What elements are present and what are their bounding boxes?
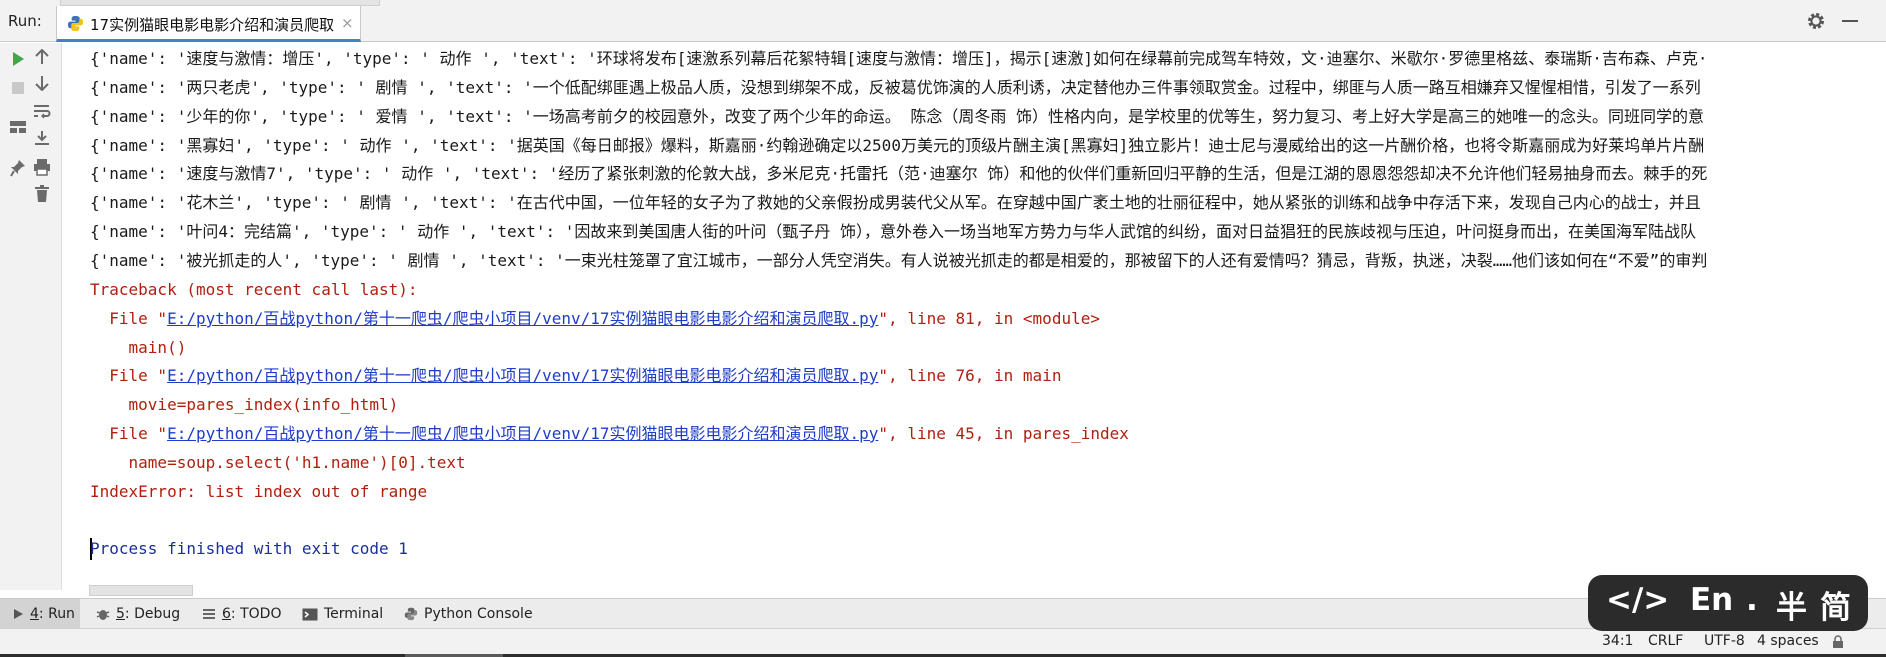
file-encoding[interactable]: UTF-8 xyxy=(1704,633,1745,649)
list-icon xyxy=(202,608,216,620)
traceback-header: Traceback (most recent call last): xyxy=(90,280,418,299)
up-arrow-icon[interactable] xyxy=(30,45,54,69)
output-line: {'name': '被光抓走的人', 'type': ' 剧情 ', 'text… xyxy=(90,251,1708,270)
output-line: {'name': '速度与激情：增压', 'type': ' 动作 ', 'te… xyxy=(90,49,1708,68)
tab-python-console[interactable]: Python Console xyxy=(404,599,533,629)
indent-setting[interactable]: 4 spaces xyxy=(1757,633,1819,649)
console-output[interactable]: {'name': '速度与激情：增压', 'type': ' 动作 ', 'te… xyxy=(63,43,1866,590)
traceback-code: name=soup.select('h1.name')[0].text xyxy=(90,453,466,472)
file-link[interactable]: E:/python/百战python/第十一爬虫/爬虫小项目/venv/17实例… xyxy=(167,366,878,385)
horizontal-scrollbar[interactable] xyxy=(89,585,193,596)
line-separator[interactable]: CRLF xyxy=(1648,633,1683,649)
tab-terminal[interactable]: Terminal xyxy=(302,599,383,629)
error-message: IndexError: list index out of range xyxy=(90,482,428,501)
file-link[interactable]: E:/python/百战python/第十一爬虫/爬虫小项目/venv/17实例… xyxy=(167,424,878,443)
ime-punctuation[interactable]: . xyxy=(1746,582,1758,618)
tab-label: 5: Debug xyxy=(116,606,181,622)
trash-icon[interactable] xyxy=(30,182,54,206)
output-line: {'name': '叶问4：完结篇', 'type': ' 动作 ', 'tex… xyxy=(90,222,1697,241)
frame-suffix: ", line 81, in <module> xyxy=(878,309,1100,328)
gear-icon[interactable] xyxy=(1806,11,1826,31)
exit-message: Process finished with exit code 1 xyxy=(90,539,408,558)
traceback-frame: File "E:/python/百战python/第十一爬虫/爬虫小项目/ven… xyxy=(90,364,1061,388)
tab-label: Python Console xyxy=(424,606,533,622)
ime-status-bar[interactable]: </> En . 半 简 xyxy=(1588,575,1868,631)
print-icon[interactable] xyxy=(30,155,54,179)
tab-debug[interactable]: 5: Debug xyxy=(96,599,180,629)
minimize-icon[interactable] xyxy=(1842,20,1858,22)
tab-todo[interactable]: 6: TODO xyxy=(202,599,281,629)
tab-run[interactable]: 4: Run xyxy=(0,599,80,629)
run-label: Run: xyxy=(8,12,42,30)
lock-icon[interactable] xyxy=(1832,635,1844,653)
close-icon[interactable]: × xyxy=(341,14,354,32)
run-icon xyxy=(12,608,24,620)
frame-suffix: ", line 76, in main xyxy=(878,366,1062,385)
traceback-frame: File "E:/python/百战python/第十一爬虫/爬虫小项目/ven… xyxy=(90,422,1129,446)
frame-prefix: File " xyxy=(90,366,168,385)
frame-suffix: ", line 45, in pares_index xyxy=(878,424,1129,443)
soft-wrap-icon[interactable] xyxy=(30,99,54,123)
stop-icon[interactable] xyxy=(6,76,30,100)
tab-label: 6: TODO xyxy=(222,606,282,622)
file-link[interactable]: E:/python/百战python/第十一爬虫/爬虫小项目/venv/17实例… xyxy=(167,309,878,328)
output-line: {'name': '黑寡妇', 'type': ' 动作 ', 'text': … xyxy=(90,136,1705,155)
python-console-icon xyxy=(404,607,418,621)
tab-label: Terminal xyxy=(324,606,384,622)
terminal-icon xyxy=(302,608,318,621)
ime-code-symbol[interactable]: </> xyxy=(1606,582,1669,618)
layout-icon[interactable] xyxy=(6,115,30,139)
output-line: {'name': '少年的你', 'type': ' 爱情 ', 'text':… xyxy=(90,107,1705,126)
run-tool-window-header: Run: 17实例猫眼电影电影介绍和演员爬取 × xyxy=(0,0,1886,42)
run-tab-title: 17实例猫眼电影电影介绍和演员爬取 xyxy=(90,16,335,34)
python-file-icon xyxy=(67,15,84,32)
traceback-code: movie=pares_index(info_html) xyxy=(90,395,399,414)
traceback-frame: File "E:/python/百战python/第十一爬虫/爬虫小项目/ven… xyxy=(90,307,1100,331)
bug-icon xyxy=(96,607,110,621)
output-line: {'name': '花木兰', 'type': ' 剧情 ', 'text': … xyxy=(90,193,1701,212)
frame-prefix: File " xyxy=(90,309,168,328)
tab-label: 4: Run xyxy=(30,606,75,622)
traceback-code: main() xyxy=(90,338,187,357)
run-toolbar xyxy=(0,43,62,590)
run-config-tab[interactable]: 17实例猫眼电影电影介绍和演员爬取 × xyxy=(56,6,361,42)
output-line: {'name': '速度与激情7', 'type': ' 动作 ', 'text… xyxy=(90,164,1708,183)
rerun-icon[interactable] xyxy=(6,47,30,71)
pin-icon[interactable] xyxy=(6,156,30,180)
frame-prefix: File " xyxy=(90,424,168,443)
output-line: {'name': '两只老虎', 'type': ' 剧情 ', 'text':… xyxy=(90,78,1701,97)
down-arrow-icon[interactable] xyxy=(30,71,54,95)
ime-width-mode[interactable]: 半 xyxy=(1776,582,1807,627)
scroll-to-end-icon[interactable] xyxy=(30,126,54,150)
ime-script[interactable]: 简 xyxy=(1820,582,1851,627)
status-bar: 34:1 CRLF UTF-8 4 spaces xyxy=(0,628,1886,654)
cursor-position[interactable]: 34:1 xyxy=(1602,633,1633,649)
ime-language[interactable]: En xyxy=(1690,582,1733,618)
